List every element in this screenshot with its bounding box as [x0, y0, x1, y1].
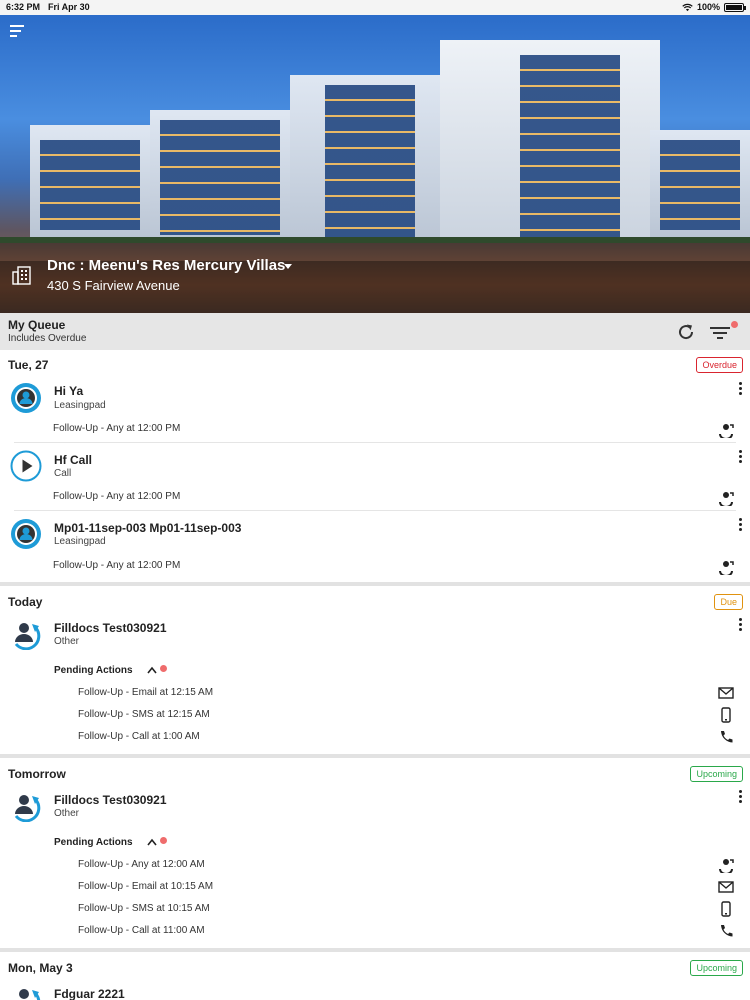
person-action-icon[interactable] — [717, 559, 735, 575]
person-action-icon[interactable] — [717, 857, 735, 873]
battery-percent: 100% — [696, 2, 720, 12]
list-item[interactable]: Hf Call Call Follow-Up - Any at 12:00 PM — [0, 444, 750, 510]
battery-icon — [724, 2, 746, 12]
pending-action-row: Follow-Up - Call at 1:00 AM — [78, 731, 200, 742]
more-options-icon[interactable] — [736, 518, 744, 532]
section-upcoming: Tomorrow Upcoming Filldocs Test030921 Ot… — [0, 758, 750, 948]
list-item[interactable]: Fdguar 2221 — [0, 980, 750, 1000]
pending-actions-label[interactable]: Pending Actions — [54, 665, 133, 676]
queue-title: My Queue — [8, 318, 66, 332]
lead-source: Other — [54, 636, 80, 647]
list-item[interactable]: Filldocs Test030921 Other Pending Action… — [0, 786, 750, 948]
wifi-icon — [682, 3, 693, 11]
pending-actions-label[interactable]: Pending Actions — [54, 837, 133, 848]
chevron-up-icon[interactable] — [147, 838, 157, 846]
follow-up-text: Follow-Up - Any at 12:00 PM — [53, 423, 181, 434]
lead-name: Mp01-11sep-003 Mp01-11sep-003 — [54, 521, 242, 535]
more-options-icon[interactable] — [736, 618, 744, 632]
leasingpad-avatar-icon — [11, 519, 41, 549]
person-refresh-avatar-icon — [14, 623, 41, 650]
lead-name: Hi Ya — [54, 384, 84, 398]
more-options-icon[interactable] — [736, 382, 744, 396]
status-badge: Overdue — [696, 357, 743, 373]
section-overdue: Tue, 27 Overdue Hi Ya Leasingpad Follow-… — [0, 350, 750, 582]
filter-badge — [731, 321, 738, 328]
lead-source: Other — [54, 808, 80, 819]
status-badge: Due — [714, 594, 743, 610]
pending-action-row: Follow-Up - Email at 10:15 AM — [78, 881, 214, 892]
phone-icon[interactable] — [717, 706, 735, 724]
status-badge: Upcoming — [690, 766, 743, 782]
pending-action-row: Follow-Up - Call at 11:00 AM — [78, 925, 205, 936]
call-icon[interactable] — [717, 923, 735, 939]
person-action-icon[interactable] — [717, 490, 735, 506]
lead-name: Hf Call — [54, 453, 93, 467]
section-upcoming-may3: Mon, May 3 Upcoming Fdguar 2221 — [0, 952, 750, 1000]
lead-source: Leasingpad — [54, 536, 106, 547]
email-icon[interactable] — [717, 879, 735, 895]
status-right: 100% — [682, 2, 746, 12]
lead-source: Call — [54, 468, 72, 479]
list-item[interactable]: Filldocs Test030921 Other Pending Action… — [0, 614, 750, 754]
divider — [14, 510, 736, 511]
chevron-up-icon[interactable] — [147, 666, 157, 674]
lead-name: Filldocs Test030921 — [54, 621, 167, 635]
person-refresh-avatar-icon — [14, 795, 41, 822]
email-icon[interactable] — [717, 685, 735, 701]
status-bar: 6:32 PM Fri Apr 30 100% — [0, 0, 750, 15]
property-address: 430 S Fairview Avenue — [47, 278, 180, 293]
leasingpad-avatar-icon — [11, 383, 41, 413]
section-date-label: Tomorrow — [8, 767, 66, 781]
pending-action-row: Follow-Up - SMS at 10:15 AM — [78, 903, 210, 914]
call-icon[interactable] — [717, 729, 735, 745]
more-options-icon[interactable] — [736, 790, 744, 804]
pending-action-row: Follow-Up - Email at 12:15 AM — [78, 687, 214, 698]
section-date-label: Today — [8, 595, 43, 609]
pending-count-badge — [160, 665, 167, 672]
lead-name: Filldocs Test030921 — [54, 793, 167, 807]
more-options-icon[interactable] — [736, 450, 744, 464]
list-item[interactable]: Mp01-11sep-003 Mp01-11sep-003 Leasingpad… — [0, 512, 750, 580]
property-dropdown-caret-icon[interactable] — [284, 264, 292, 269]
pending-action-row: Follow-Up - SMS at 12:15 AM — [78, 709, 210, 720]
queue-subtitle: Includes Overdue — [8, 333, 87, 344]
phone-icon[interactable] — [717, 900, 735, 918]
status-time: 6:32 PM — [6, 2, 41, 12]
pending-count-badge — [160, 837, 167, 844]
building-icon — [12, 266, 31, 285]
filter-icon[interactable] — [708, 323, 732, 343]
menu-icon[interactable] — [10, 25, 26, 39]
lead-source: Leasingpad — [54, 400, 106, 411]
property-name[interactable]: Dnc : Meenu's Res Mercury Villas — [47, 257, 285, 274]
section-date-label: Tue, 27 — [8, 358, 49, 372]
queue-bar: My Queue Includes Overdue — [0, 313, 750, 350]
play-icon — [10, 450, 42, 482]
section-due: Today Due Filldocs Test030921 Other Pend… — [0, 586, 750, 754]
follow-up-text: Follow-Up - Any at 12:00 PM — [53, 560, 181, 571]
person-refresh-avatar-icon — [19, 989, 41, 1000]
divider — [14, 442, 736, 443]
list-item[interactable]: Hi Ya Leasingpad Follow-Up - Any at 12:0… — [0, 376, 750, 442]
follow-up-text: Follow-Up - Any at 12:00 PM — [53, 491, 181, 502]
status-badge: Upcoming — [690, 960, 743, 976]
refresh-icon[interactable] — [676, 322, 696, 342]
section-date-label: Mon, May 3 — [8, 961, 73, 975]
status-date: Fri Apr 30 — [48, 2, 90, 12]
pending-action-row: Follow-Up - Any at 12:00 AM — [78, 859, 205, 870]
person-action-icon[interactable] — [717, 422, 735, 438]
lead-name: Fdguar 2221 — [54, 987, 125, 1000]
